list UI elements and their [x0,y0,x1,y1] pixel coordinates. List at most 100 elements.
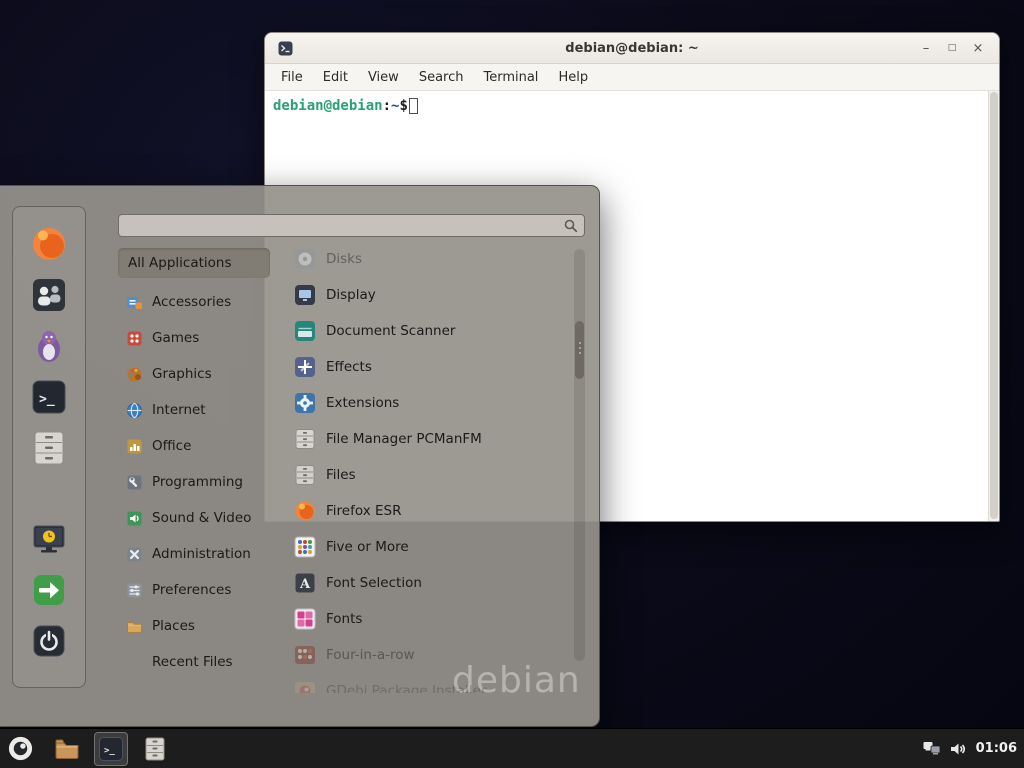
document-scanner-icon [294,320,316,342]
app-list-scrollbar[interactable] [574,249,585,661]
firefox-icon[interactable] [30,225,68,263]
file-manager-launcher[interactable] [50,732,84,766]
category-office[interactable]: Office [118,428,270,464]
category-all-applications[interactable]: All Applications [118,248,270,278]
app-item-fonts[interactable]: Fonts [286,601,570,637]
preferences-icon [126,582,143,599]
menu-terminal[interactable]: Terminal [473,70,548,85]
app-item-pcmanfm[interactable]: File Manager PCManFM [286,421,570,457]
sound-video-icon [126,510,143,527]
four-in-a-row-icon [294,644,316,666]
category-list: All Applications Accessories Games Graph… [118,248,270,680]
menu-edit[interactable]: Edit [313,70,358,85]
category-preferences[interactable]: Preferences [118,572,270,608]
menu-logo-icon [7,735,34,762]
application-list: Disks Display Document Scanner Effects E… [286,241,570,693]
display-icon [294,284,316,306]
app-item-disks[interactable]: Disks [286,241,570,277]
maximize-button[interactable]: □ [939,37,965,59]
category-accessories[interactable]: Accessories [118,284,270,320]
pcmanfm-icon [294,428,316,450]
desktop: debian@debian: ~ – □ × File Edit View Se… [0,0,1024,768]
games-icon [126,330,143,347]
lock-screen-icon[interactable] [30,520,68,558]
files-icon [294,464,316,486]
category-places[interactable]: Places [118,608,270,644]
menu-file[interactable]: File [271,70,313,85]
shutdown-icon[interactable] [30,622,68,660]
font-selection-icon: A [294,572,316,594]
category-programming[interactable]: Programming [118,464,270,500]
application-menu: debian >_ [0,185,600,727]
terminal-titlebar[interactable]: debian@debian: ~ – □ × [265,33,999,64]
app-item-display[interactable]: Display [286,277,570,313]
app-item-document-scanner[interactable]: Document Scanner [286,313,570,349]
accessories-icon [126,294,143,311]
files-launcher[interactable] [138,732,172,766]
file-cabinet-icon [143,736,167,762]
taskbar-panel: >_ 01:06 [0,728,1024,768]
category-administration[interactable]: Administration [118,536,270,572]
clock[interactable]: 01:06 [976,741,1017,756]
menu-search[interactable]: Search [409,70,474,85]
effects-icon [294,356,316,378]
search-bar [118,214,585,237]
app-item-firefox-esr[interactable]: Firefox ESR [286,493,570,529]
prompt-symbol: $ [399,98,407,114]
prompt-user-host: debian@debian [273,98,383,114]
category-sound-video[interactable]: Sound & Video [118,500,270,536]
app-item-extensions[interactable]: Extensions [286,385,570,421]
fonts-icon [294,608,316,630]
five-or-more-icon [294,536,316,558]
app-item-five-or-more[interactable]: Five or More [286,529,570,565]
svg-text:>_: >_ [39,392,55,407]
app-list-scrollbar-thumb[interactable] [575,321,584,379]
system-tray: 01:06 [923,741,1024,756]
logout-icon[interactable] [30,571,68,609]
svg-text:>_: >_ [104,746,115,756]
users-icon[interactable] [30,276,68,314]
close-button[interactable]: × [965,37,991,59]
search-input[interactable] [125,218,564,233]
places-icon [126,618,143,635]
internet-icon [126,402,143,419]
app-item-effects[interactable]: Effects [286,349,570,385]
app-item-font-selection[interactable]: A Font Selection [286,565,570,601]
terminal-scrollbar-thumb[interactable] [990,92,998,519]
search-icon [564,219,578,233]
category-recent-files[interactable]: Recent Files [118,644,270,680]
terminal-window-button[interactable]: >_ [94,732,128,766]
menu-button[interactable] [0,729,40,768]
network-icon[interactable] [923,741,941,756]
terminal-scrollbar[interactable] [988,91,999,521]
administration-icon [126,546,143,563]
app-item-gdebi[interactable]: GDebi Package Installer [286,673,570,693]
terminal-cursor [409,98,418,114]
favorites-column: >_ [12,206,86,688]
svg-text:A: A [299,577,311,592]
terminal-icon[interactable]: >_ [30,378,68,416]
minimize-button[interactable]: – [913,37,939,59]
office-icon [126,438,143,455]
terminal-menubar: File Edit View Search Terminal Help [265,64,999,91]
folder-icon [54,736,80,762]
menu-view[interactable]: View [358,70,409,85]
file-manager-icon[interactable] [30,429,68,467]
category-internet[interactable]: Internet [118,392,270,428]
app-item-files[interactable]: Files [286,457,570,493]
terminal-app-icon [278,41,293,56]
prompt-separator: : [383,98,391,114]
volume-icon[interactable] [950,742,967,756]
pidgin-icon[interactable] [30,327,68,365]
programming-icon [126,474,143,491]
category-graphics[interactable]: Graphics [118,356,270,392]
app-item-four-in-a-row[interactable]: Four-in-a-row [286,637,570,673]
menu-help[interactable]: Help [548,70,598,85]
category-games[interactable]: Games [118,320,270,356]
disks-icon [294,248,316,270]
gdebi-icon [294,680,316,693]
window-title: debian@debian: ~ [265,41,999,56]
terminal-icon: >_ [98,736,124,762]
firefox-esr-icon [294,500,316,522]
graphics-icon [126,366,143,383]
